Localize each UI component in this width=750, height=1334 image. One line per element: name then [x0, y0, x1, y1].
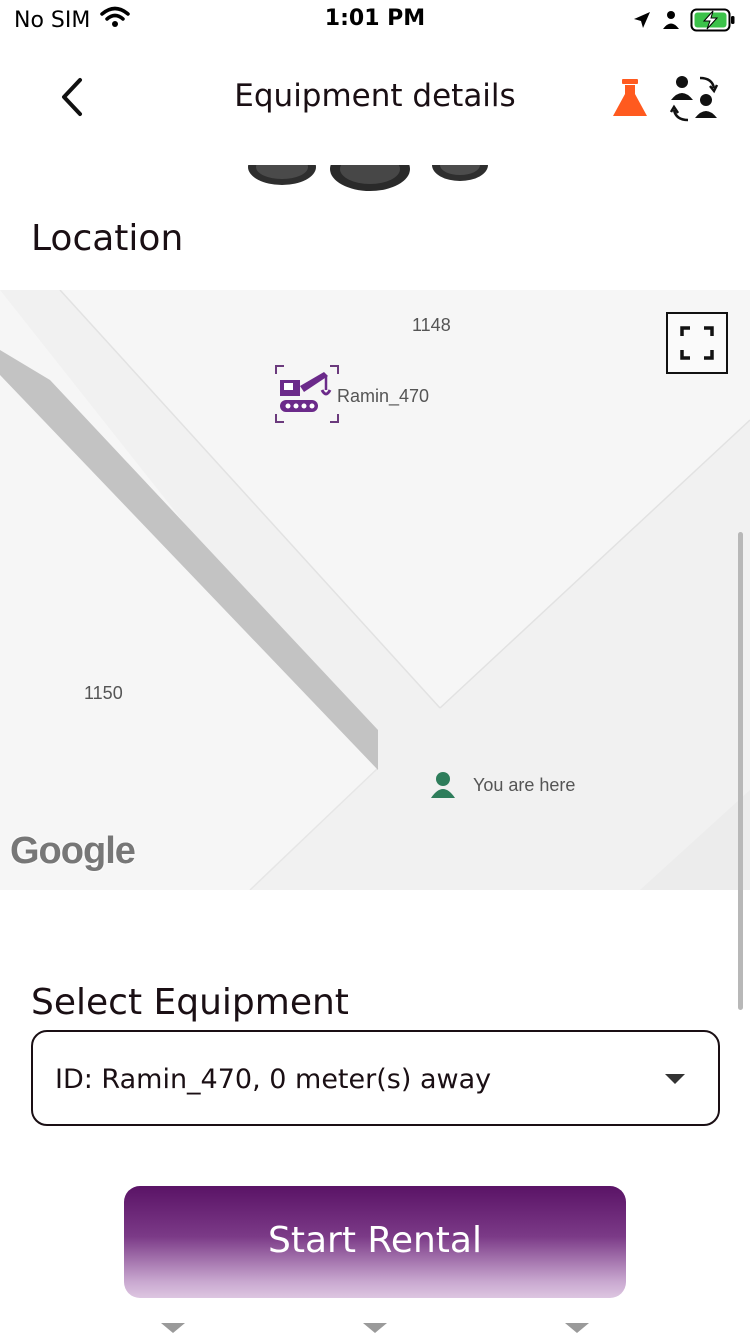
- select-equipment-title: Select Equipment: [31, 982, 349, 1023]
- location-arrow-icon: [632, 10, 652, 34]
- flask-button[interactable]: [608, 76, 652, 120]
- equipment-select[interactable]: ID: Ramin_470, 0 meter(s) away: [31, 1030, 720, 1126]
- excavator-icon: [275, 365, 339, 423]
- switch-users-button[interactable]: [666, 70, 722, 126]
- google-logo: Google: [10, 830, 136, 872]
- location-map[interactable]: 1148 1150 Ramin_470 You are here Google: [0, 290, 750, 890]
- equipment-select-value: ID: Ramin_470, 0 meter(s) away: [55, 1064, 492, 1095]
- status-right: [632, 8, 736, 36]
- nav-bar: Equipment details: [0, 50, 750, 145]
- caret-down-icon: [565, 1323, 589, 1333]
- person-icon: [662, 10, 680, 34]
- caret-down-icon: [363, 1323, 387, 1333]
- flask-icon: [613, 79, 647, 116]
- equipment-marker[interactable]: Ramin_470: [274, 364, 464, 426]
- scrollbar[interactable]: [738, 532, 743, 1010]
- status-bar: No SIM 1:01 PM: [0, 0, 750, 40]
- user-location-icon: [431, 772, 455, 798]
- switch-users-icon: [669, 76, 719, 122]
- equipment-marker-label: Ramin_470: [337, 386, 430, 406]
- map-label-1150: 1150: [84, 683, 123, 703]
- fullscreen-icon: [680, 326, 714, 360]
- location-title: Location: [31, 218, 184, 259]
- start-rental-button[interactable]: Start Rental: [124, 1186, 626, 1298]
- map-label-1148: 1148: [412, 315, 451, 335]
- start-rental-label: Start Rental: [268, 1220, 482, 1261]
- map-fullscreen-button[interactable]: [666, 312, 728, 374]
- caret-down-icon: [161, 1323, 185, 1333]
- battery-charging-icon: [690, 8, 736, 36]
- user-location-label: You are here: [473, 775, 576, 795]
- caret-down-icon: [665, 1074, 685, 1084]
- equipment-image: [240, 165, 500, 193]
- user-location-marker[interactable]: You are here: [428, 770, 628, 800]
